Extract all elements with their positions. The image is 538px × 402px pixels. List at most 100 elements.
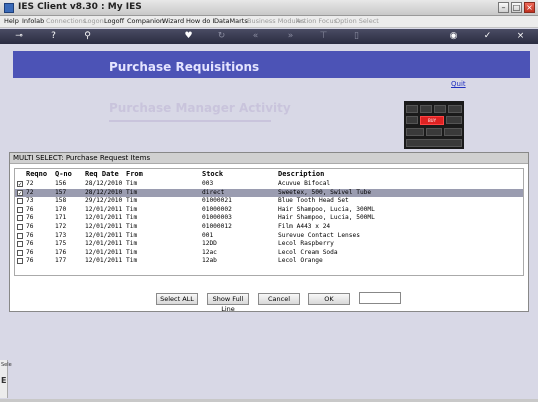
- cell-desc: Acuvue Bifocal: [278, 180, 331, 187]
- menu-bar: Help Infolab Connections Logon Logoff Co…: [0, 16, 538, 28]
- select-all-button[interactable]: Select ALL: [156, 293, 198, 305]
- row-checkbox[interactable]: [17, 258, 23, 265]
- cell-date: 12/01/2011: [85, 248, 123, 256]
- table-header: Reqno Q-no Req Date From Stock Descripti…: [15, 169, 523, 179]
- heart-icon[interactable]: ♥: [183, 31, 194, 42]
- cell-date: 12/01/2011: [85, 240, 123, 248]
- fast-forward-icon[interactable]: »: [285, 31, 296, 42]
- refresh-icon[interactable]: ↻: [216, 31, 227, 42]
- close-window-icon[interactable]: ×: [524, 2, 535, 13]
- cell-date: 12/01/2011: [85, 223, 123, 230]
- menu-connections[interactable]: Connections: [46, 17, 86, 25]
- menu-logon[interactable]: Logon: [84, 17, 104, 25]
- cell-desc: Film A443 x 24: [278, 223, 331, 230]
- cell-reqno: 76: [26, 231, 34, 239]
- menu-datamarts[interactable]: DataMarts: [214, 17, 248, 25]
- row-checkbox[interactable]: [17, 198, 23, 205]
- dialog-title: MULTI SELECT: Purchase Request Items: [13, 154, 151, 162]
- cancel-button[interactable]: Cancel: [258, 293, 300, 305]
- cell-qno: 157: [55, 188, 67, 196]
- table-row[interactable]: ✓ 72 156 28/12/2010 Tim 003 Acuvue Bifocal: [15, 180, 523, 188]
- buy-key: BUY: [420, 116, 444, 125]
- table-row[interactable]: 76 175 12/01/2011 Tim 12DD Lecol Raspberry: [15, 240, 523, 248]
- table-row[interactable]: 76 173 12/01/2011 Tim 001 Surevue Contact Len…: [15, 232, 523, 240]
- row-checkbox[interactable]: [17, 224, 23, 230]
- ok-button[interactable]: OK: [308, 293, 350, 305]
- table-row[interactable]: 76 171 12/01/2011 Tim 01000003 Hair Shampoo, …: [15, 214, 523, 222]
- cell-from: Tim: [126, 240, 138, 248]
- menu-logoff[interactable]: Logoff: [104, 17, 124, 25]
- cell-qno: 173: [55, 231, 67, 239]
- row-checkbox[interactable]: [17, 249, 23, 256]
- cell-reqno: 76: [26, 257, 34, 265]
- cell-desc: Lecol Raspberry: [278, 240, 334, 248]
- show-full-line-button[interactable]: Show Full Line: [207, 293, 249, 313]
- cell-reqno: 76: [26, 248, 34, 256]
- key-icon[interactable]: ⊸: [8, 31, 30, 42]
- col-description[interactable]: Description: [278, 170, 324, 178]
- cell-qno: 176: [55, 248, 67, 256]
- menu-action-focus[interactable]: Action Focus: [296, 17, 337, 25]
- row-checkbox[interactable]: [17, 241, 23, 248]
- cell-desc: Lecol Cream Soda: [278, 248, 338, 256]
- cell-reqno: 76: [26, 223, 34, 230]
- table-row[interactable]: 76 177 12/01/2011 Tim 12ab Lecol Orange: [15, 257, 523, 265]
- table-row[interactable]: 76 176 12/01/2011 Tim 12ac Lecol Cream Soda: [15, 249, 523, 257]
- table-row[interactable]: 76 172 12/01/2011 Tim 01000012 Film A443 x 24: [15, 223, 523, 231]
- table-row[interactable]: 73 158 29/12/2010 Tim 01000021 Blue Tooth Hea…: [15, 197, 523, 205]
- cell-stock: direct: [202, 188, 225, 196]
- cell-stock: 003: [202, 180, 214, 187]
- col-req-date[interactable]: Req Date: [85, 170, 119, 178]
- col-reqno[interactable]: Reqno: [26, 170, 47, 178]
- cell-stock: 12DD: [202, 240, 217, 248]
- cell-stock: 01000002: [202, 205, 232, 213]
- icon-toolbar: ⊸ ? ⚲ ♥ ↻ « » ⊤ ▯ ◉ ✓ ×: [0, 29, 538, 44]
- table-row[interactable]: 76 170 12/01/2011 Tim 01000002 Hair Shampoo, …: [15, 206, 523, 214]
- side-label-sele: Sele: [1, 362, 12, 368]
- row-checkbox[interactable]: ✓: [17, 189, 23, 196]
- window-title: IES Client v8.30 : My IES: [18, 2, 142, 12]
- maximize-icon[interactable]: □: [511, 2, 522, 13]
- row-checkbox[interactable]: ✓: [17, 181, 23, 188]
- cell-qno: 158: [55, 197, 67, 205]
- menu-how-do-i[interactable]: How do I: [186, 17, 214, 25]
- menu-help[interactable]: Help: [4, 17, 19, 25]
- cell-qno: 171: [55, 214, 67, 222]
- section-heading: Purchase Manager Activity: [109, 101, 291, 115]
- ies-client-window: IES Client v8.30 : My IES – □ × Help Inf…: [0, 0, 538, 402]
- help-icon[interactable]: ?: [48, 31, 59, 42]
- col-from[interactable]: From: [126, 170, 143, 178]
- cell-date: 29/12/2010: [85, 197, 123, 205]
- cell-stock: 12ab: [202, 257, 217, 265]
- menu-companion[interactable]: Companion: [127, 17, 164, 25]
- heading-underline: [109, 120, 271, 122]
- minimize-icon[interactable]: –: [498, 2, 509, 13]
- filter-icon[interactable]: ⊤: [318, 31, 329, 42]
- app-icon: [4, 3, 14, 13]
- menu-infolab[interactable]: Infolab: [22, 17, 44, 25]
- col-stock[interactable]: Stock: [202, 170, 223, 178]
- row-checkbox[interactable]: [17, 206, 23, 213]
- close-icon[interactable]: ×: [515, 31, 526, 42]
- cell-qno: 172: [55, 223, 67, 230]
- table-row[interactable]: ✓ 72 157 28/12/2010 Tim direct Sweetex, 500, S…: [15, 188, 523, 197]
- row-checkbox[interactable]: [17, 215, 23, 222]
- cell-stock: 01000012: [202, 223, 232, 230]
- rewind-icon[interactable]: «: [250, 31, 261, 42]
- row-checkbox[interactable]: [17, 232, 23, 239]
- cell-from: Tim: [126, 248, 138, 256]
- title-bar[interactable]: IES Client v8.30 : My IES – □ ×: [0, 0, 538, 16]
- check-icon[interactable]: ✓: [482, 31, 493, 42]
- menu-wizard[interactable]: Wizard: [162, 17, 184, 25]
- quit-link[interactable]: Quit: [451, 80, 466, 88]
- cell-date: 28/12/2010: [85, 188, 123, 196]
- value-input[interactable]: [359, 292, 401, 304]
- cell-desc: Sweetex, 500, Swivel Tube: [278, 188, 372, 196]
- globe-icon[interactable]: ◉: [448, 31, 459, 42]
- document-icon[interactable]: ▯: [351, 31, 362, 42]
- menu-option-select[interactable]: Option Select: [335, 17, 379, 25]
- cell-from: Tim: [126, 257, 138, 265]
- search-icon[interactable]: ⚲: [82, 31, 93, 42]
- col-qno[interactable]: Q-no: [55, 170, 72, 178]
- cell-desc: Hair Shampoo, Lucia, 500ML: [278, 214, 375, 222]
